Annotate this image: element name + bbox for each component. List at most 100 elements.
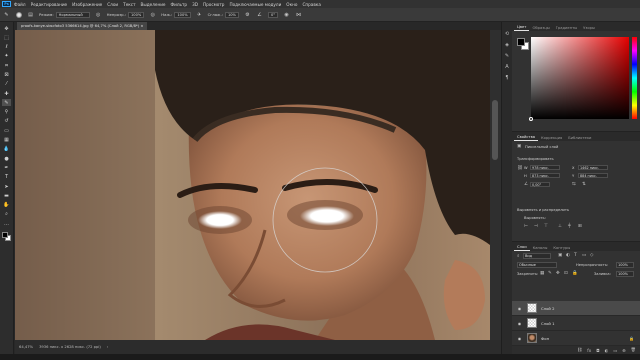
layer-row[interactable]: ◉ Слой 1 bbox=[512, 316, 640, 331]
menu-plugins[interactable]: Подключаемые модули bbox=[229, 2, 281, 7]
brush-preset-picker[interactable] bbox=[15, 11, 22, 18]
scrollbar-thumb[interactable] bbox=[492, 100, 498, 160]
document-canvas[interactable] bbox=[15, 30, 490, 340]
dodge-tool-icon[interactable]: ● bbox=[2, 155, 11, 162]
menu-window[interactable]: Окно bbox=[286, 2, 297, 7]
history-brush-icon[interactable]: ↺ bbox=[2, 118, 11, 125]
hand-tool-icon[interactable]: ✋ bbox=[2, 202, 11, 209]
navigator-panel-icon[interactable]: ◈ bbox=[504, 41, 511, 48]
tab-paths[interactable]: Контуры bbox=[550, 246, 573, 252]
tab-swatches[interactable]: Образцы bbox=[529, 26, 552, 32]
adjustment-layer-icon[interactable]: ◐ bbox=[605, 348, 609, 353]
link-icon[interactable]: ⛓ bbox=[517, 166, 523, 171]
hue-slider[interactable] bbox=[632, 37, 637, 119]
tab-properties[interactable]: Свойства bbox=[514, 135, 539, 141]
align-top-icon[interactable]: ⊥ bbox=[558, 224, 562, 229]
menu-layers[interactable]: Слои bbox=[107, 2, 118, 7]
blur-tool-icon[interactable]: 💧 bbox=[2, 146, 11, 153]
crop-tool-icon[interactable]: ⌗ bbox=[2, 62, 11, 69]
brush-settings-icon[interactable]: ▤ bbox=[27, 11, 34, 18]
healing-brush-icon[interactable]: ✚ bbox=[2, 90, 11, 97]
flow-input[interactable]: 100% bbox=[174, 11, 191, 18]
align-middle-icon[interactable]: ╪ bbox=[568, 224, 571, 229]
transform-heading[interactable]: Трансформировать bbox=[517, 157, 554, 161]
smoothing-input[interactable]: 10% bbox=[224, 11, 239, 18]
more-tools-icon[interactable]: … bbox=[2, 220, 11, 227]
smoothing-settings-icon[interactable]: ⚙ bbox=[244, 11, 251, 18]
lock-artboard-icon[interactable]: ⊡ bbox=[564, 271, 568, 276]
flip-vertical-icon[interactable]: ⇅ bbox=[582, 182, 586, 187]
color-picker-ring[interactable] bbox=[529, 117, 533, 121]
canvas-vertical-scrollbar[interactable] bbox=[490, 30, 501, 340]
fx-icon[interactable]: fx bbox=[587, 348, 591, 353]
pressure-opacity-icon[interactable]: ◎ bbox=[95, 11, 102, 18]
tab-libraries[interactable]: Библиотеки bbox=[565, 136, 594, 142]
align-heading[interactable]: Выровнять и распределить bbox=[517, 208, 569, 212]
link-layers-icon[interactable]: ⛓ bbox=[577, 347, 582, 353]
layer-name[interactable]: Фон bbox=[541, 336, 549, 341]
paragraph-panel-icon[interactable]: ¶ bbox=[504, 74, 511, 81]
pressure-icon[interactable]: ◎ bbox=[149, 11, 156, 18]
delete-layer-icon[interactable]: 🗑 bbox=[631, 347, 636, 353]
eraser-tool-icon[interactable]: ▭ bbox=[2, 127, 11, 134]
shape-tool-icon[interactable]: ▬ bbox=[2, 192, 11, 199]
visibility-eye-icon[interactable]: ◉ bbox=[516, 321, 523, 326]
menu-type[interactable]: Текст bbox=[123, 2, 135, 7]
color-swatches[interactable] bbox=[1, 231, 12, 242]
tab-adjustments[interactable]: Коррекция bbox=[538, 136, 565, 142]
marquee-tool-icon[interactable]: ⬚ bbox=[2, 34, 11, 41]
menu-select[interactable]: Выделение bbox=[141, 2, 166, 7]
layer-name[interactable]: Слой 1 bbox=[541, 321, 555, 326]
lasso-tool-icon[interactable]: ℓ bbox=[2, 44, 11, 51]
blend-mode-select[interactable]: Нормальный bbox=[55, 11, 90, 18]
clone-stamp-icon[interactable]: ⚲ bbox=[2, 109, 11, 116]
move-tool-icon[interactable]: ✥ bbox=[2, 25, 11, 32]
visibility-eye-icon[interactable]: ◉ bbox=[516, 306, 523, 311]
width-input[interactable]: 978 пикс. bbox=[530, 165, 560, 170]
brush-tool-icon[interactable]: ✎ bbox=[3, 11, 10, 18]
brush-panel-icon[interactable]: ✎ bbox=[504, 52, 511, 59]
eyedropper-tool-icon[interactable]: ⁄ bbox=[2, 81, 11, 88]
foreground-swatch[interactable] bbox=[517, 38, 525, 46]
filter-type-icon[interactable]: T bbox=[574, 253, 577, 258]
brush-tool-icon[interactable]: ✎ bbox=[2, 99, 11, 107]
flip-horizontal-icon[interactable]: ⇆ bbox=[572, 182, 576, 187]
layer-filter-select[interactable]: Вид bbox=[523, 253, 551, 259]
document-tab[interactable]: proofs-kanye-sbscfoto3 5366614.jpg @ 64,… bbox=[17, 22, 148, 30]
gradient-tool-icon[interactable]: ▦ bbox=[2, 137, 11, 144]
filter-smart-icon[interactable]: ◇ bbox=[590, 253, 593, 258]
layer-name[interactable]: Слой 2 bbox=[541, 306, 555, 311]
opacity-input[interactable]: 100% bbox=[128, 11, 145, 18]
zoom-level[interactable]: 64,47% bbox=[19, 345, 33, 349]
align-bottom-icon[interactable]: ⊞ bbox=[578, 224, 582, 229]
menu-image[interactable]: Изображение bbox=[72, 2, 102, 7]
type-tool-icon[interactable]: T bbox=[2, 174, 11, 181]
layer-row[interactable]: ◉ Фон 🔒 bbox=[512, 331, 640, 346]
align-left-icon[interactable]: ⊢ bbox=[524, 224, 528, 229]
airbrush-icon[interactable]: ✈ bbox=[196, 11, 203, 18]
zoom-tool-icon[interactable]: ⌕ bbox=[2, 211, 11, 218]
lock-transparent-icon[interactable]: ▦ bbox=[540, 271, 544, 276]
visibility-eye-icon[interactable]: ◉ bbox=[516, 336, 523, 341]
tab-channels[interactable]: Каналы bbox=[530, 246, 551, 252]
height-input[interactable]: 873 пикс. bbox=[530, 173, 560, 178]
layer-lock-icon[interactable]: 🔒 bbox=[629, 336, 634, 341]
pen-tool-icon[interactable]: ✒ bbox=[2, 164, 11, 171]
menu-3d[interactable]: 3D bbox=[192, 2, 198, 7]
add-mask-icon[interactable]: ◘ bbox=[596, 348, 599, 353]
align-center-icon[interactable]: ⊣ bbox=[534, 224, 538, 229]
filter-pixel-icon[interactable]: ▣ bbox=[558, 253, 562, 258]
x-input[interactable]: 1462 пикс. bbox=[578, 165, 608, 170]
color-field[interactable] bbox=[531, 37, 629, 119]
foreground-color[interactable] bbox=[1, 231, 8, 238]
layer-blend-mode-select[interactable]: Обычные bbox=[517, 262, 557, 268]
menu-edit[interactable]: Редактирование bbox=[31, 2, 68, 7]
angle-input[interactable]: 0° bbox=[267, 11, 279, 18]
menu-help[interactable]: Справка bbox=[302, 2, 320, 7]
y-input[interactable]: 884 пикс. bbox=[578, 173, 608, 178]
pressure-size-icon[interactable]: ◉ bbox=[283, 11, 290, 18]
layer-row[interactable]: ◉ Слой 2 bbox=[512, 301, 640, 316]
filter-shape-icon[interactable]: ▭ bbox=[582, 253, 586, 258]
tab-color[interactable]: Цвет bbox=[514, 25, 530, 31]
menu-file[interactable]: Файл bbox=[14, 2, 26, 7]
